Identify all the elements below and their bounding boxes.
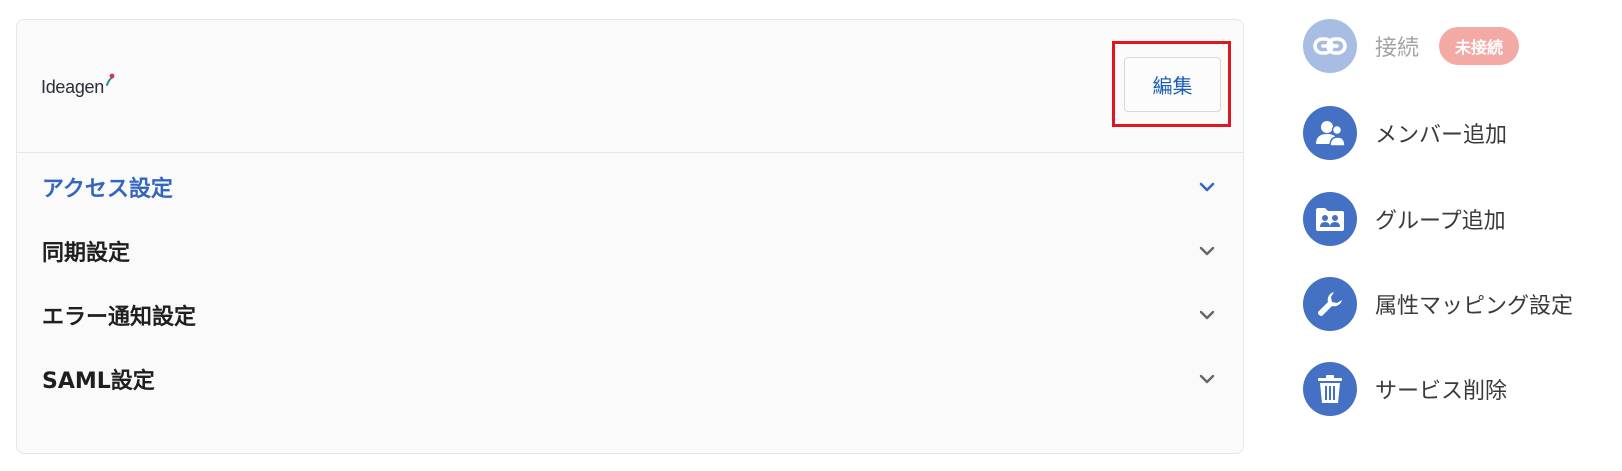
- chevron-down-icon: [1199, 182, 1215, 192]
- section-sync-settings[interactable]: 同期設定: [17, 221, 1243, 281]
- status-badge: 未接続: [1439, 27, 1520, 65]
- section-label: アクセス設定: [42, 177, 173, 202]
- section-label: 同期設定: [42, 241, 131, 266]
- add-group-action[interactable]: グループ追加: [1303, 192, 1506, 246]
- connect-label: 接続: [1375, 36, 1420, 61]
- users-icon: [1303, 106, 1357, 160]
- section-label: エラー通知設定: [42, 305, 197, 330]
- logo-text: Ideagen: [41, 76, 104, 97]
- attribute-mapping-action[interactable]: 属性マッピング設定: [1303, 277, 1573, 331]
- wrench-icon: [1303, 277, 1357, 331]
- chevron-down-icon: [1199, 246, 1215, 256]
- add-member-label: メンバー追加: [1375, 123, 1508, 148]
- chevron-down-icon: [1199, 310, 1215, 320]
- logo-mark-icon: [105, 73, 115, 86]
- group-folder-icon: [1303, 192, 1357, 246]
- card-header: Ideagen 編集: [17, 20, 1243, 153]
- connect-action[interactable]: 接続 未接続: [1303, 19, 1520, 73]
- edit-button[interactable]: 編集: [1124, 57, 1221, 112]
- delete-service-label: サービス削除: [1375, 379, 1508, 404]
- section-label: SAML設定: [42, 369, 155, 394]
- service-card: Ideagen 編集 アクセス設定 同期設定 エラー通知設定 SAML設定: [16, 19, 1244, 454]
- section-access-settings[interactable]: アクセス設定: [17, 157, 1243, 217]
- chevron-down-icon: [1199, 374, 1215, 384]
- add-member-action[interactable]: メンバー追加: [1303, 106, 1507, 160]
- add-group-label: グループ追加: [1375, 209, 1506, 234]
- section-error-notification-settings[interactable]: エラー通知設定: [17, 285, 1243, 345]
- trash-icon: [1303, 362, 1357, 416]
- attribute-mapping-label: 属性マッピング設定: [1375, 294, 1574, 319]
- delete-service-action[interactable]: サービス削除: [1303, 362, 1507, 416]
- link-icon: [1303, 19, 1357, 73]
- ideagen-logo: Ideagen: [41, 72, 115, 102]
- section-saml-settings[interactable]: SAML設定: [17, 349, 1243, 409]
